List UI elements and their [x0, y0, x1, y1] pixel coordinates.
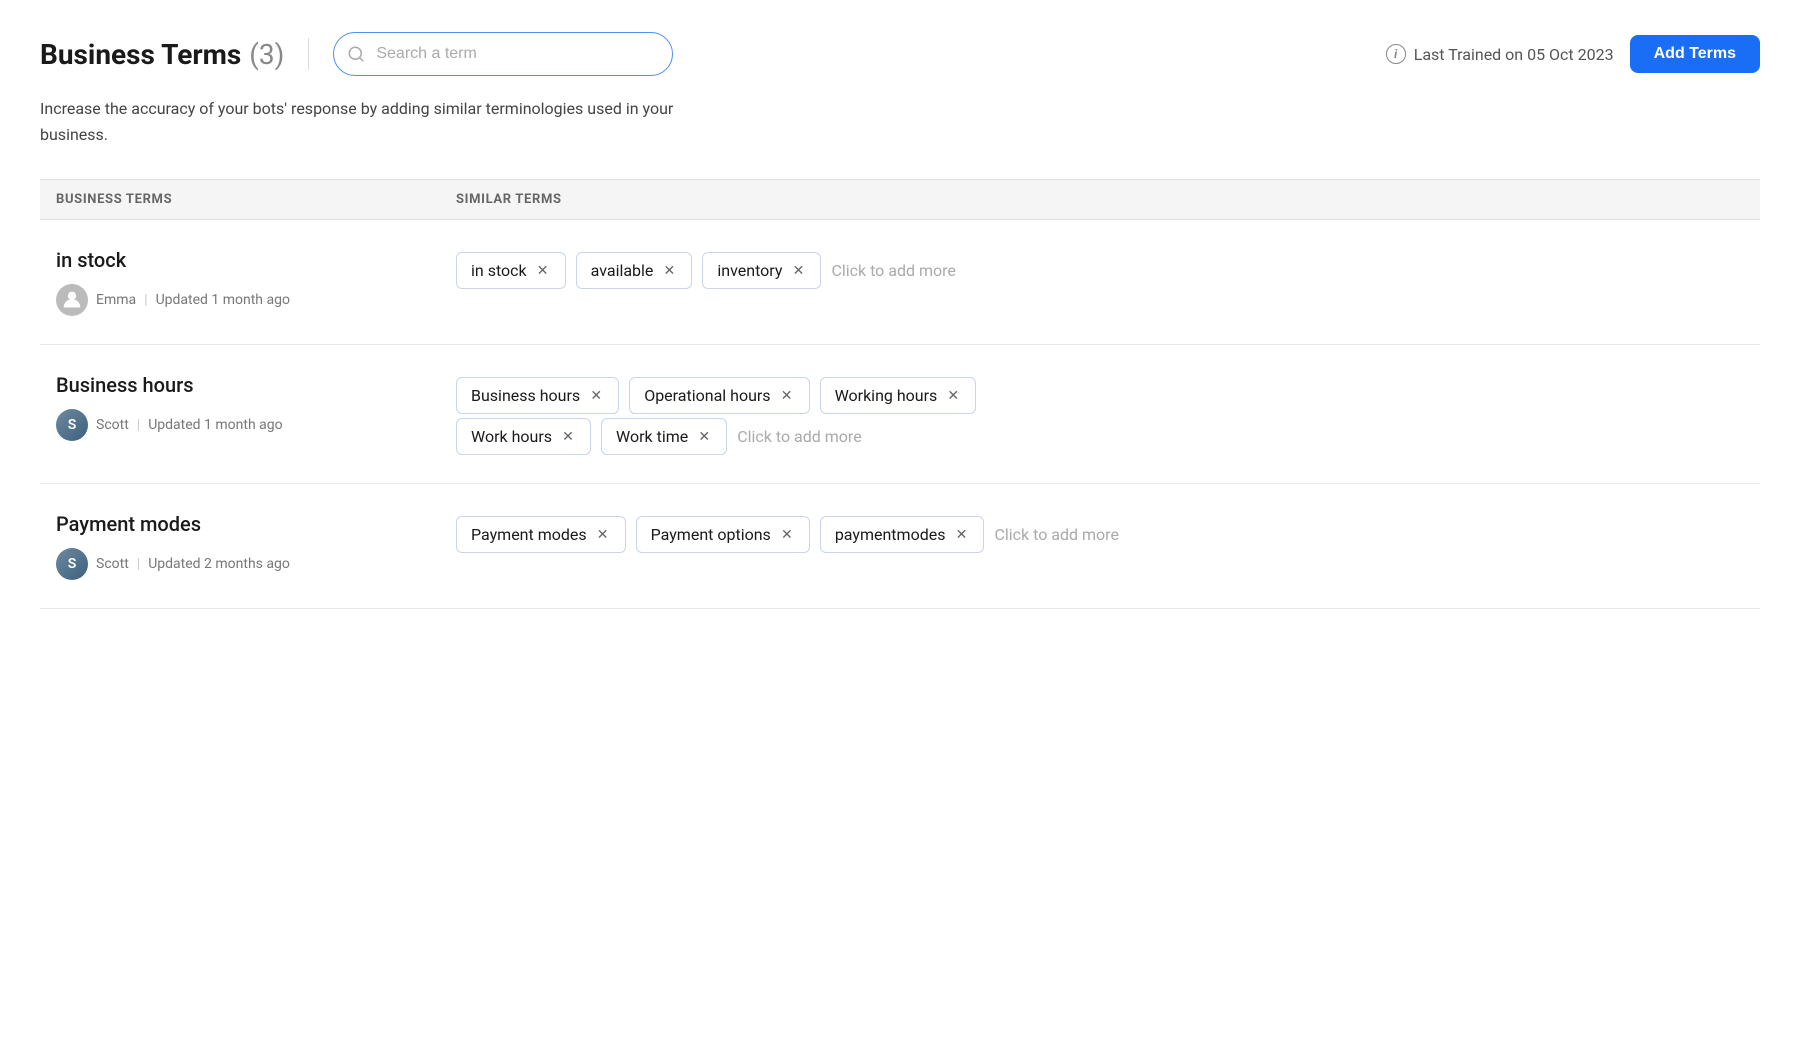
- tag-remove-button[interactable]: ✕: [945, 388, 961, 404]
- click-to-add[interactable]: Click to add more: [831, 253, 955, 288]
- term-left-2: Payment modes S Scott | Updated 2 months…: [56, 512, 456, 580]
- term-meta: Emma | Updated 1 month ago: [56, 284, 456, 316]
- tag: paymentmodes ✕: [820, 516, 985, 553]
- col-header-business: BUSINESS TERMS: [56, 192, 456, 207]
- tag-label: Working hours: [835, 386, 938, 405]
- tag: Work hours ✕: [456, 418, 591, 455]
- tag: available ✕: [576, 252, 693, 289]
- term-tags: in stock ✕ available ✕ inventory ✕ Click…: [456, 248, 1744, 289]
- add-terms-button[interactable]: Add Terms: [1630, 35, 1760, 73]
- term-updated: Updated 1 month ago: [156, 292, 290, 308]
- tag-label: Payment options: [651, 525, 771, 544]
- term-tags-row2: Work hours ✕ Work time ✕ Click to add mo…: [456, 414, 1744, 455]
- term-left-1: Business hours S Scott | Updated 1 month…: [56, 373, 456, 441]
- tag-label: Payment modes: [471, 525, 587, 544]
- meta-separator: |: [137, 556, 140, 572]
- terms-count: (3): [249, 38, 284, 71]
- tag-label: Business hours: [471, 386, 580, 405]
- tag-remove-button[interactable]: ✕: [560, 429, 576, 445]
- tag-remove-button[interactable]: ✕: [790, 263, 806, 279]
- tag: in stock ✕: [456, 252, 566, 289]
- term-left-0: in stock Emma | Updated 1 month ago: [56, 248, 456, 316]
- tag-remove-button[interactable]: ✕: [779, 388, 795, 404]
- tag-label: Work time: [616, 427, 688, 446]
- term-tags: Business hours ✕ Operational hours ✕ Wor…: [456, 373, 1744, 414]
- tag-label: Operational hours: [644, 386, 770, 405]
- tag: Payment options ✕: [636, 516, 810, 553]
- table-row: Business hours S Scott | Updated 1 month…: [40, 345, 1760, 484]
- avatar: S: [56, 409, 88, 441]
- tag-remove-button[interactable]: ✕: [661, 263, 677, 279]
- term-name: Payment modes: [56, 512, 456, 536]
- subtitle-text: Increase the accuracy of your bots' resp…: [40, 96, 740, 147]
- info-icon: i: [1386, 44, 1406, 64]
- term-right-wrapper-2: Payment modes ✕ Payment options ✕ paymen…: [456, 512, 1744, 553]
- tag-label: inventory: [717, 261, 782, 280]
- tag: Operational hours ✕: [629, 377, 809, 414]
- terms-rows: in stock Emma | Updated 1 month ago in s…: [40, 220, 1760, 609]
- table-row: in stock Emma | Updated 1 month ago in s…: [40, 220, 1760, 345]
- trained-info: i Last Trained on 05 Oct 2023: [1386, 44, 1614, 64]
- meta-separator: |: [144, 292, 147, 308]
- avatar: [56, 284, 88, 316]
- tag-remove-button[interactable]: ✕: [588, 388, 604, 404]
- page-header: Business Terms (3) i Last Trained on 05 …: [40, 32, 1760, 76]
- meta-separator: |: [137, 417, 140, 433]
- term-user: Emma: [96, 292, 136, 308]
- tag-label: in stock: [471, 261, 527, 280]
- tag-label: available: [591, 261, 654, 280]
- tag-remove-button[interactable]: ✕: [779, 527, 795, 543]
- term-name: Business hours: [56, 373, 456, 397]
- tag-remove-button[interactable]: ✕: [595, 527, 611, 543]
- term-meta: S Scott | Updated 1 month ago: [56, 409, 456, 441]
- col-header-similar: SIMILAR TERMS: [456, 192, 1744, 207]
- term-meta: S Scott | Updated 2 months ago: [56, 548, 456, 580]
- title-section: Business Terms (3): [40, 38, 284, 71]
- search-input[interactable]: [333, 32, 673, 76]
- term-updated: Updated 2 months ago: [148, 556, 290, 572]
- tag: Work time ✕: [601, 418, 727, 455]
- page-title: Business Terms: [40, 38, 241, 71]
- click-to-add[interactable]: Click to add more: [737, 419, 861, 454]
- table-row: Payment modes S Scott | Updated 2 months…: [40, 484, 1760, 609]
- term-user: Scott: [96, 417, 129, 433]
- table-header: BUSINESS TERMS SIMILAR TERMS: [40, 179, 1760, 220]
- header-divider: [308, 38, 309, 70]
- tag: Payment modes ✕: [456, 516, 626, 553]
- term-tags: Payment modes ✕ Payment options ✕ paymen…: [456, 512, 1744, 553]
- tag: Working hours ✕: [820, 377, 977, 414]
- tag: Business hours ✕: [456, 377, 619, 414]
- search-wrapper: [333, 32, 673, 76]
- term-right-wrapper-0: in stock ✕ available ✕ inventory ✕ Click…: [456, 248, 1744, 289]
- avatar: S: [56, 548, 88, 580]
- term-name: in stock: [56, 248, 456, 272]
- tag-label: paymentmodes: [835, 525, 946, 544]
- tag-label: Work hours: [471, 427, 552, 446]
- tag: inventory ✕: [702, 252, 821, 289]
- term-right-wrapper-1: Business hours ✕ Operational hours ✕ Wor…: [456, 373, 1744, 455]
- term-user: Scott: [96, 556, 129, 572]
- tag-remove-button[interactable]: ✕: [953, 527, 969, 543]
- term-updated: Updated 1 month ago: [148, 417, 282, 433]
- trained-label: Last Trained on 05 Oct 2023: [1414, 45, 1614, 64]
- tag-remove-button[interactable]: ✕: [535, 263, 551, 279]
- tag-remove-button[interactable]: ✕: [696, 429, 712, 445]
- click-to-add[interactable]: Click to add more: [994, 517, 1118, 552]
